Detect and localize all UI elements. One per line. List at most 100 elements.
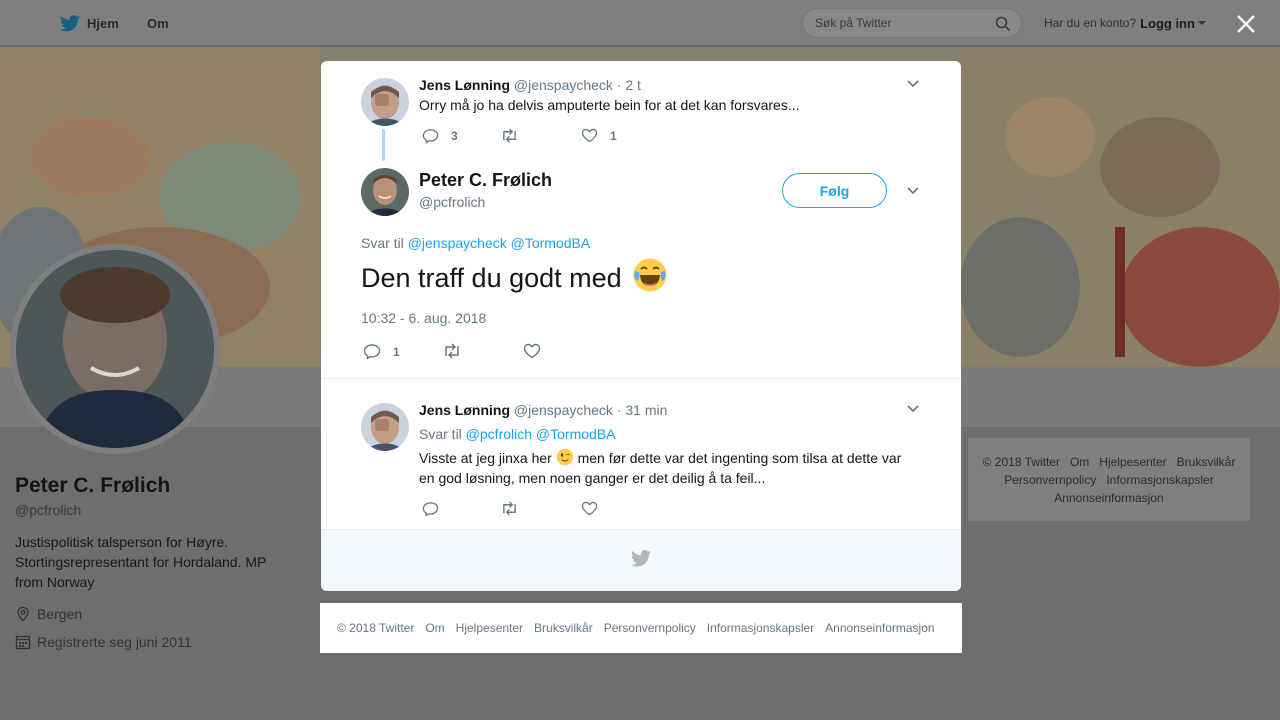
sidebar-footer-link-terms[interactable]: Bruksvilkår: [1177, 455, 1236, 469]
tweet-text: Orry må jo ha delvis amputerte bein for …: [419, 97, 800, 113]
reply-button[interactable]: 3: [422, 128, 458, 144]
author-name[interactable]: Jens Lønning: [419, 402, 510, 418]
reply-button[interactable]: 1: [363, 343, 400, 360]
main-tweet-body: Den traff du godt med: [361, 263, 622, 293]
login-area: Har du en konto? Logg inn: [1044, 0, 1206, 46]
sidebar-footer-copyright: © 2018 Twitter: [982, 455, 1060, 469]
follow-button[interactable]: Følg: [782, 173, 887, 208]
profile-avatar[interactable]: [10, 244, 220, 454]
retweet-icon: [445, 343, 459, 359]
footer-link-cookies[interactable]: Informasjonskapsler: [707, 621, 814, 635]
retweet-icon: [503, 501, 516, 516]
avatar[interactable]: [361, 78, 409, 126]
modal-footer: [321, 529, 961, 591]
tweet-time[interactable]: · 31 min: [617, 402, 668, 418]
reply-count: 1: [393, 344, 400, 359]
twitter-bird-icon: [631, 550, 651, 567]
chevron-down-icon[interactable]: [907, 187, 919, 195]
mention-link[interactable]: @jenspaycheck: [408, 235, 507, 251]
tweet-text: Visste at jeg jinxa her men før dette va…: [419, 448, 919, 488]
main-author-name[interactable]: Peter C. Frølich: [419, 170, 552, 191]
heart-icon: [581, 128, 598, 143]
thread-connector: [382, 129, 385, 161]
reply-count: 3: [451, 129, 458, 143]
main-author-handle[interactable]: @pcfrolich: [419, 194, 485, 210]
avatar[interactable]: [361, 168, 409, 216]
tweet-text-start: Visste at jeg jinxa her: [419, 450, 552, 466]
avatar-photo: [361, 78, 409, 126]
footer-link-help[interactable]: Hjelpesenter: [456, 621, 523, 635]
sidebar-footer-link-help[interactable]: Hjelpesenter: [1099, 455, 1166, 469]
author-handle[interactable]: @jenspaycheck: [514, 402, 613, 418]
avatar-photo: [16, 250, 214, 448]
nav-home[interactable]: Hjem: [60, 0, 119, 46]
page-footer: © 2018 Twitter Om Hjelpesenter Bruksvilk…: [320, 603, 962, 653]
retweet-button[interactable]: [500, 128, 531, 143]
mention-link[interactable]: @TormodBA: [511, 235, 591, 251]
reply-icon: [422, 502, 439, 517]
chevron-down-icon[interactable]: [907, 80, 919, 88]
chevron-down-icon[interactable]: [907, 405, 919, 413]
footer-copyright: © 2018 Twitter: [337, 621, 415, 635]
reply-context: Svar til @jenspaycheck @TormodBA: [361, 235, 590, 251]
chevron-down-icon[interactable]: [1197, 21, 1206, 25]
reply-prefix: Svar til: [361, 235, 404, 251]
footer-link-terms[interactable]: Bruksvilkår: [534, 621, 593, 635]
twitter-bird-icon: [60, 14, 80, 31]
mention-link[interactable]: @pcfrolich: [466, 426, 532, 442]
sidebar-footer-link-cookies[interactable]: Informasjonskapsler: [1106, 473, 1213, 487]
heart-icon: [523, 343, 541, 359]
search-icon[interactable]: [995, 16, 1011, 32]
author-name[interactable]: Jens Lønning: [419, 77, 510, 93]
search-box[interactable]: [802, 8, 1022, 38]
retweet-button[interactable]: [442, 343, 474, 359]
calendar-icon: [15, 635, 31, 650]
like-button[interactable]: [581, 501, 610, 516]
retweet-button[interactable]: [500, 501, 531, 516]
tweet-time[interactable]: · 2 t: [617, 77, 641, 93]
divider: [321, 378, 961, 379]
avatar[interactable]: [361, 403, 409, 451]
location-pin-icon: [17, 606, 29, 622]
tweet-permalink-modal: Jens Lønning @jenspaycheck · 2 t Orry må…: [321, 61, 961, 591]
winking-emoji-icon: [556, 448, 573, 466]
location-text: Bergen: [37, 606, 83, 622]
profile-handle[interactable]: @pcfrolich: [15, 502, 81, 518]
nav-about[interactable]: Om: [147, 0, 169, 46]
sidebar-footer-link-about[interactable]: Om: [1070, 455, 1089, 469]
close-icon[interactable]: [1236, 14, 1256, 34]
sidebar-footer-link-ads[interactable]: Annonseinformasjon: [1054, 491, 1163, 505]
like-button[interactable]: [523, 343, 553, 359]
search-input[interactable]: [815, 9, 985, 37]
nav-about-label: Om: [147, 15, 169, 31]
profile-location: Bergen: [15, 606, 82, 622]
main-tweet-text: Den traff du godt med: [361, 257, 668, 300]
like-count: 1: [610, 128, 617, 143]
profile-bio: Justispolitisk talsperson for Høyre. Sto…: [15, 534, 267, 590]
joined-text: Registrerte seg juni 2011: [37, 634, 192, 650]
sidebar-footer-link-privacy[interactable]: Personvernpolicy: [1004, 473, 1096, 487]
reply-icon: [363, 344, 381, 360]
reply-icon: [422, 129, 439, 144]
reply-context: Svar til @pcfrolich @TormodBA: [419, 426, 616, 442]
login-link[interactable]: Logg inn: [1140, 16, 1195, 31]
tweet-timestamp[interactable]: 10:32 - 6. aug. 2018: [361, 310, 486, 326]
reply-button[interactable]: [422, 501, 451, 517]
footer-link-privacy[interactable]: Personvernpolicy: [604, 621, 696, 635]
footer-link-about[interactable]: Om: [425, 621, 444, 635]
profile-name: Peter C. Frølich: [15, 474, 171, 497]
mention-link[interactable]: @TormodBA: [536, 426, 616, 442]
footer-link-ads[interactable]: Annonseinformasjon: [825, 621, 934, 635]
retweet-icon: [503, 128, 516, 143]
avatar-photo: [361, 403, 409, 451]
author-handle[interactable]: @jenspaycheck: [514, 77, 613, 93]
like-button[interactable]: 1: [581, 128, 617, 143]
heart-icon: [581, 501, 598, 516]
tweet-header: Jens Lønning @jenspaycheck · 31 min: [419, 402, 667, 418]
avatar-photo: [361, 168, 409, 216]
tweet-header: Jens Lønning @jenspaycheck · 2 t: [419, 77, 641, 93]
sidebar-footer: © 2018 Twitter Om Hjelpesenter Bruksvilkår …: [968, 438, 1250, 521]
reply-prefix: Svar til: [419, 426, 462, 442]
top-navigation-bar: Hjem Om Har du en konto? Logg inn: [0, 0, 1280, 46]
profile-joined: Registrerte seg juni 2011: [15, 634, 192, 650]
